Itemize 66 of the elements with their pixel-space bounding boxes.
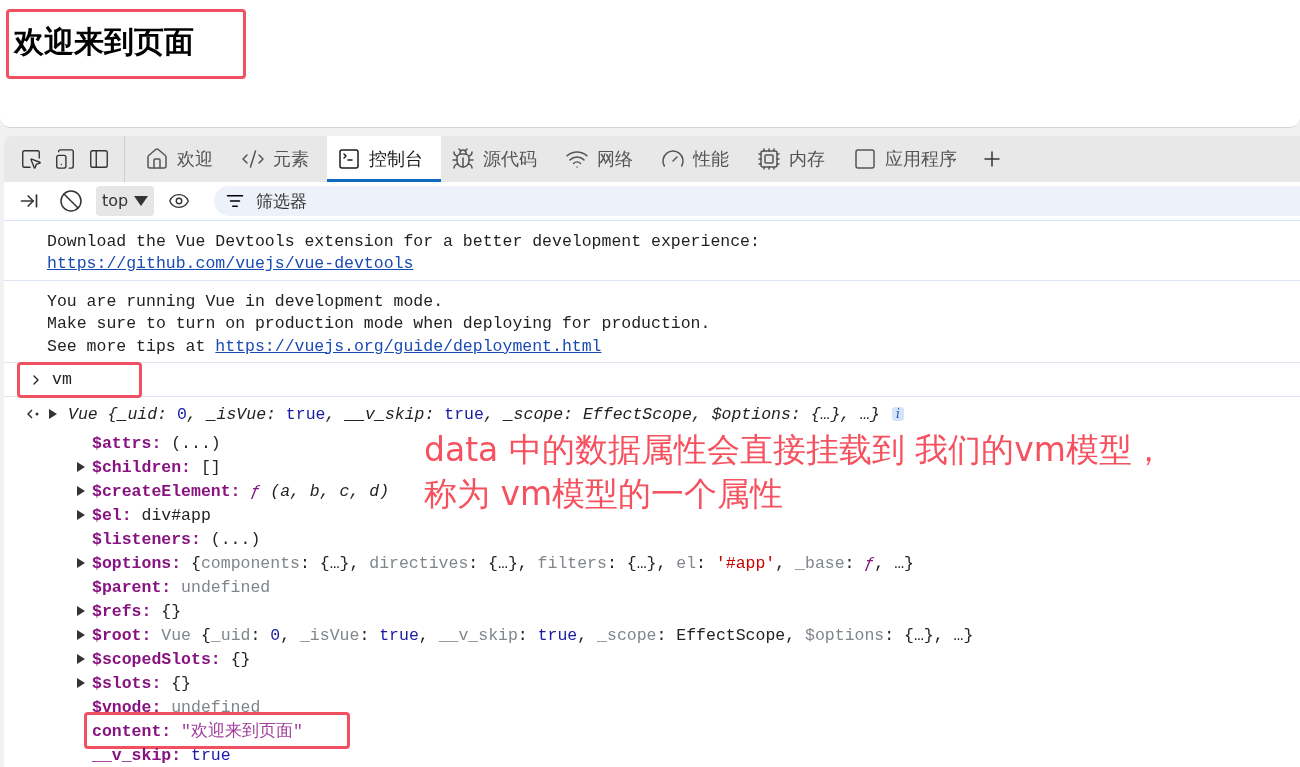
property-key: $slots:	[92, 673, 162, 693]
devtools-tab[interactable]: 内存	[747, 136, 843, 182]
filter-bar[interactable]: 筛选器	[214, 185, 1300, 216]
property-value: true	[191, 745, 231, 765]
console-command: vm	[52, 370, 72, 389]
property-value: (...)	[210, 529, 261, 549]
property-key: $createElement:	[92, 481, 241, 501]
annotation-text: data 中的数据属性会直接挂载到 我们的vm模型， 称为 vm模型的一个属性	[424, 429, 1165, 515]
devtools-tab[interactable]: 欢迎	[135, 136, 231, 182]
property-value: {}	[230, 649, 251, 669]
page-heading: 欢迎来到页面	[14, 23, 194, 61]
code-icon	[241, 147, 265, 171]
window-icon	[853, 147, 877, 171]
console-text: Make sure to turn on production mode when deploying for production.	[47, 313, 712, 335]
property-key: $root:	[92, 625, 152, 645]
property-key: __v_skip:	[92, 745, 182, 765]
property-value: {}	[171, 673, 191, 693]
caret-icon	[134, 195, 149, 206]
console-link[interactable]: https://vuejs.org/guide/deployment.html	[215, 336, 602, 356]
devtools-tab[interactable]: 性能	[651, 136, 747, 182]
property-value: "欢迎来到页面"	[181, 720, 303, 742]
property-value: ƒ (a, b, c, d)	[250, 481, 390, 501]
expand-triangle-icon[interactable]	[76, 461, 86, 473]
devtools-tab[interactable]: 网络	[555, 136, 651, 182]
property-value: Vue {_uid: 0, _isVue: true, __v_skip: true, _scope: EffectScope, $options: {…}, …}	[161, 625, 974, 645]
property-key: $parent:	[92, 577, 172, 597]
property-value: undefined	[181, 577, 271, 597]
property-value: (...)	[171, 433, 221, 453]
devtools-tab[interactable]: 控制台	[327, 136, 441, 182]
expand-triangle-icon[interactable]	[76, 485, 86, 497]
console-link[interactable]: https://github.com/vuejs/vue-devtools	[47, 254, 414, 273]
expand-triangle-icon[interactable]	[76, 605, 86, 617]
property-value: {}	[161, 601, 182, 621]
devtools-tab[interactable]: 元素	[231, 136, 327, 182]
property-key: $options:	[92, 553, 182, 573]
expand-triangle-icon[interactable]	[76, 509, 86, 521]
filter-field[interactable]: 筛选器	[254, 189, 1300, 212]
info-badge[interactable]: i	[892, 407, 904, 421]
console-text: Download the Vue Devtools extension for a better development experience:	[47, 230, 761, 253]
house-icon	[145, 147, 169, 171]
object-summary[interactable]: Vue {_uid: 0, _isVue: true, __v_skip: true, _scope: EffectScope, $options: {…}, …}	[68, 404, 880, 424]
property-key: $refs:	[92, 601, 152, 621]
property-key: $listeners:	[92, 529, 201, 549]
property-key: $vnode:	[92, 697, 162, 717]
property-key: $attrs:	[92, 433, 162, 453]
property-value: []	[200, 457, 221, 477]
bug-icon	[451, 147, 475, 171]
chip-icon	[757, 147, 781, 171]
console-text: You are running Vue in development mode.	[47, 290, 445, 313]
expand-triangle-icon[interactable]	[76, 629, 86, 641]
property-key: $el:	[92, 505, 132, 525]
console-text: See more tips at https://vuejs.org/guide/deployment.html	[47, 335, 603, 358]
expand-triangle-icon[interactable]	[76, 557, 86, 569]
terminal-icon	[337, 147, 361, 171]
property-value: undefined	[171, 697, 261, 717]
expand-triangle-icon[interactable]	[76, 653, 86, 665]
property-key: content:	[92, 721, 172, 741]
property-value: {components: {…}, directives: {…}, filters: {…}, el: '#app', _base: ƒ, …}	[191, 553, 914, 573]
property-key: $children:	[92, 457, 192, 477]
expand-triangle-icon[interactable]	[76, 677, 86, 689]
property-value: div#app	[141, 505, 211, 525]
devtools-tab[interactable]: 源代码	[441, 136, 555, 182]
expand-triangle-icon[interactable]	[48, 408, 58, 420]
devtools-tab[interactable]: 应用程序	[843, 136, 975, 182]
property-key: $scopedSlots:	[92, 649, 221, 669]
context-dropdown[interactable]: top	[96, 185, 155, 216]
